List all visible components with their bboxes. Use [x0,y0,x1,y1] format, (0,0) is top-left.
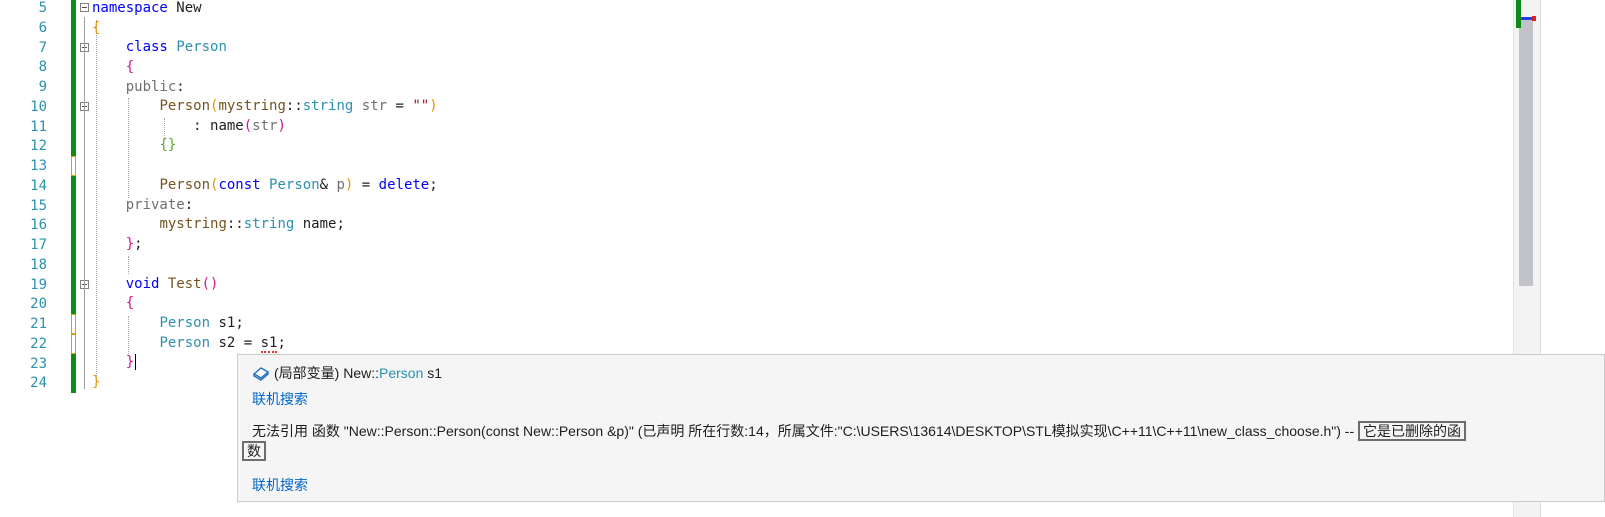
line-number: 20 [30,296,47,313]
line-number: 9 [38,79,47,95]
line-number: 21 [30,316,47,332]
gutter-row: 20 [0,294,1520,315]
code-line-5[interactable]: namespace New [92,0,202,18]
gutter-row: 13 [0,156,1520,176]
header-prefix: (局部变量) New:: [274,365,379,381]
header-suffix: s1 [423,365,443,381]
change-indicator [71,156,76,176]
code-line-10[interactable]: Person(mystring::string str = "") [92,96,437,116]
code-line-17[interactable]: }; [92,234,143,254]
line-number: 11 [30,118,47,135]
gutter-row: 19 [0,274,1520,295]
change-indicator [71,254,76,275]
change-indicator [71,175,76,196]
code-line-24[interactable]: } [92,372,100,392]
code-line-15[interactable]: private: [92,195,193,215]
gutter-row: 17 [0,235,1520,255]
quick-info-header: (局部变量) New::Person s1 [252,363,442,383]
change-indicator [71,17,76,38]
code-line-21[interactable]: Person s1; [92,313,243,333]
code-line-19[interactable]: void Test() [92,274,219,294]
change-indicator [71,314,76,334]
line-number: 12 [30,138,47,155]
line-number: 24 [30,375,47,392]
change-indicator [71,57,76,78]
fold-line [84,293,85,369]
quick-info-tooltip: (局部变量) New::Person s1 联机搜索 无法引用 函数 "New:… [237,354,1605,502]
gutter-row: 6 [0,17,1520,38]
change-indicator [71,77,76,97]
scrollbar-markers [1516,0,1536,28]
change-indicator [71,0,76,18]
change-indicator [71,333,76,354]
code-line-14[interactable]: Person(const Person& p) = delete; [92,175,437,195]
line-number: 19 [30,276,47,293]
code-line-11[interactable]: : name(str) [92,116,286,136]
code-line-20[interactable]: { [92,293,134,313]
code-line-12[interactable]: {} [92,135,176,155]
header-type: Person [379,365,424,381]
line-number: 8 [38,59,47,76]
change-indicator [71,215,76,236]
local-variable-icon [252,367,270,381]
line-number: 5 [38,0,47,16]
highlighted-error-text-2: 数 [242,441,266,461]
gutter-row: 12 [0,136,1520,157]
line-number: 18 [30,256,47,273]
line-number: 6 [38,19,47,36]
code-line-7[interactable]: class Person [92,37,227,57]
error-text: 无法引用 函数 "New::Person::Person(const New::… [252,423,1359,439]
line-number: 22 [30,335,47,352]
gutter-row: 18 [0,254,1520,275]
search-online-link-2[interactable]: 联机搜索 [252,475,308,495]
code-line-16[interactable]: mystring::string name; [92,214,344,234]
change-indicator [71,96,76,117]
gutter-row: 5 [0,0,1520,18]
code-line-22[interactable]: Person s2 = s1; [92,333,286,353]
change-indicator [71,195,76,216]
line-number: 7 [38,39,47,56]
code-line-6[interactable]: { [92,18,100,38]
line-number: 15 [30,197,47,214]
highlighted-error-text: 它是已删除的函 [1358,421,1467,441]
gutter-row: 9 [0,77,1520,97]
line-number: 16 [30,217,47,234]
error-message: 无法引用 函数 "New::Person::Person(const New::… [252,421,1467,441]
indent-guide [128,256,129,274]
change-indicator [71,294,76,315]
code-line-23[interactable]: } [92,352,137,372]
scrollbar-thumb[interactable] [1519,18,1533,286]
collapse-icon[interactable] [80,3,89,12]
line-number: 10 [30,98,47,115]
code-line-8[interactable]: { [92,57,134,77]
fold-line [84,115,85,155]
gutter-row: 8 [0,57,1520,78]
change-indicator [71,116,76,137]
change-indicator [71,353,76,374]
line-number: 17 [30,237,47,253]
search-online-link[interactable]: 联机搜索 [252,389,308,409]
line-number: 23 [30,355,47,372]
line-number: 13 [30,158,47,174]
line-number: 14 [30,177,47,194]
change-indicator [71,136,76,157]
gutter-row: 15 [0,195,1520,216]
change-indicator [71,37,76,58]
change-indicator [71,235,76,255]
code-line-9[interactable]: public: [92,77,185,97]
change-indicator [71,274,76,295]
error-squiggle[interactable]: s1 [260,335,278,353]
error-message-continued: 数 [242,441,266,461]
change-indicator [71,373,76,394]
fold-line [84,57,85,253]
text-cursor [135,354,137,370]
gutter-row: 7 [0,37,1520,58]
